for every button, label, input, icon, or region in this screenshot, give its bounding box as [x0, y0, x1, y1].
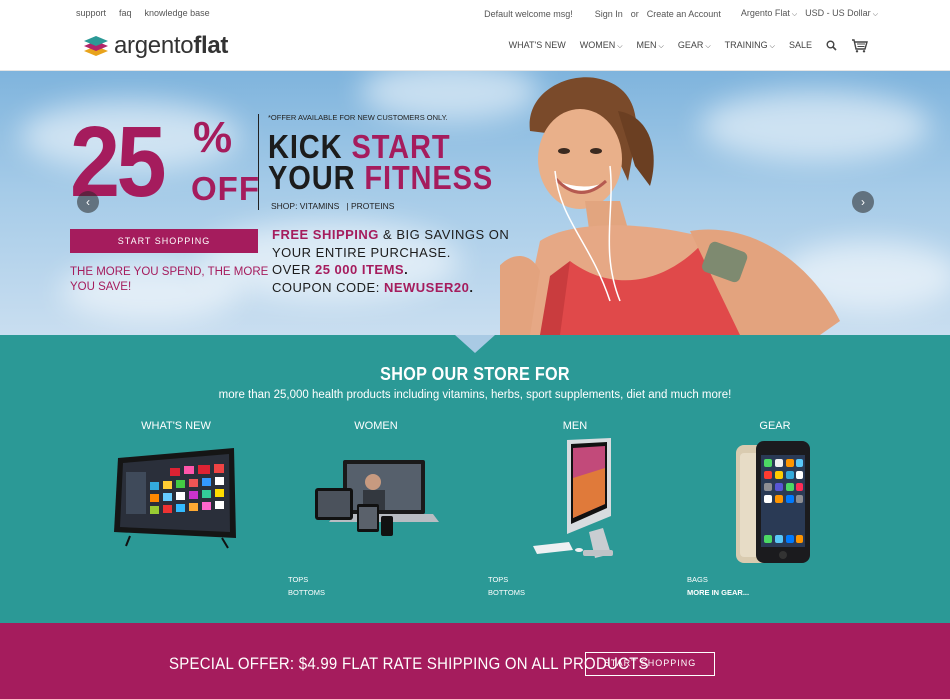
- chevron-down-icon: ⌵: [769, 43, 775, 50]
- imac-image[interactable]: [533, 438, 615, 562]
- iphone-image[interactable]: [734, 439, 816, 565]
- women-sub-links: TOPS BOTTOMS: [288, 573, 325, 599]
- chevron-down-icon: ⌵: [791, 11, 798, 18]
- site-logo[interactable]: argentoflat: [84, 32, 228, 60]
- top-links-right: Default welcome msg! Sign In or Create a…: [484, 8, 878, 19]
- nav-sale[interactable]: SALE: [789, 40, 812, 51]
- nav-women[interactable]: WOMEN ⌵: [580, 40, 623, 51]
- top-links-left: support faq knowledge base: [76, 8, 210, 18]
- offer-note: *OFFER AVAILABLE FOR NEW CUSTOMERS ONLY.: [268, 113, 448, 122]
- bottom-start-shopping-button[interactable]: START SHOPPING: [585, 652, 715, 676]
- site-header: argentoflat WHAT'S NEW WOMEN ⌵ MEN ⌵ GEAR ⌵…: [0, 26, 950, 71]
- section-notch: [455, 335, 495, 353]
- nav-sale-label: SALE: [788, 40, 812, 50]
- promo-line3a: OVER: [272, 262, 315, 277]
- support-link[interactable]: support: [76, 8, 106, 18]
- promo-line4c: .: [469, 279, 474, 295]
- faq-link[interactable]: faq: [119, 8, 132, 18]
- nav-gear[interactable]: GEAR ⌵: [678, 40, 711, 51]
- logo-text: argentoflat: [114, 32, 228, 60]
- logo-text-light: argento: [114, 32, 194, 59]
- nav-whats-new[interactable]: WHAT'S NEW: [509, 40, 566, 51]
- fitness-model-image: [500, 77, 840, 335]
- search-icon[interactable]: [826, 40, 837, 51]
- or-text: or: [630, 8, 639, 19]
- nav-training[interactable]: TRAINING ⌵: [725, 40, 775, 51]
- logo-icon: [84, 36, 108, 56]
- header-icons: [826, 38, 868, 53]
- chevron-down-icon: ⌵: [705, 43, 711, 50]
- nav-men[interactable]: MEN ⌵: [637, 40, 664, 51]
- men-tops-link[interactable]: TOPS: [488, 573, 525, 586]
- promo-line4a: COUPON CODE:: [272, 279, 384, 295]
- shop-title: SHOP OUR STORE FOR: [380, 364, 570, 384]
- hero-headline: KICK START YOUR FITNESS: [268, 130, 494, 196]
- free-shipping-text: FREE SHIPPING: [272, 227, 379, 242]
- currency-switcher[interactable]: USD - US Dollar ⌵: [805, 8, 878, 19]
- nav-men-label: MEN: [636, 40, 657, 50]
- category-gear[interactable]: GEAR: [715, 420, 835, 432]
- devices-image[interactable]: [313, 458, 439, 538]
- category-men[interactable]: MEN: [515, 420, 635, 432]
- category-women[interactable]: WOMEN: [316, 420, 436, 432]
- category-whats-new[interactable]: WHAT'S NEW: [116, 420, 236, 432]
- nav-whats-new-label: WHAT'S NEW: [508, 40, 566, 50]
- special-offer-text: SPECIAL OFFER: $4.99 FLAT RATE SHIPPING …: [169, 654, 649, 673]
- women-tops-link[interactable]: TOPS: [288, 573, 325, 586]
- chevron-down-icon: ⌵: [617, 43, 623, 50]
- discount-off: OFF: [191, 170, 260, 207]
- logo-text-bold: flat: [193, 32, 229, 59]
- cart-icon[interactable]: [851, 38, 868, 53]
- shop-categories-line[interactable]: SHOP: VITAMINS | PROTEINS: [271, 201, 394, 211]
- promo-line3c: .: [404, 262, 409, 277]
- slider-next-arrow-icon[interactable]: ›: [852, 191, 874, 213]
- main-nav: WHAT'S NEW WOMEN ⌵ MEN ⌵ GEAR ⌵ TRAINING ⌵ S…: [509, 40, 812, 51]
- nav-training-label: TRAINING: [724, 40, 768, 50]
- hero-start-shopping-button[interactable]: START SHOPPING: [70, 229, 258, 253]
- hero-divider: [258, 114, 259, 210]
- headline-your: YOUR: [268, 159, 356, 196]
- sign-in-link[interactable]: Sign In: [595, 9, 623, 19]
- chevron-down-icon: ⌵: [872, 11, 878, 18]
- create-account-link[interactable]: Create an Account: [647, 9, 721, 19]
- store-switcher-label: Argento Flat: [740, 8, 790, 18]
- gear-more-link[interactable]: MORE IN GEAR...: [687, 586, 749, 599]
- store-switcher[interactable]: Argento Flat ⌵: [741, 8, 797, 19]
- women-bottoms-link[interactable]: BOTTOMS: [288, 586, 325, 599]
- promo-line1: & BIG SAVINGS ON: [378, 227, 510, 242]
- nav-gear-label: GEAR: [677, 40, 704, 50]
- slider-prev-arrow-icon[interactable]: ‹: [77, 191, 99, 213]
- coupon-code: NEWUSER20: [383, 279, 470, 295]
- men-bottoms-link[interactable]: BOTTOMS: [488, 586, 525, 599]
- men-sub-links: TOPS BOTTOMS: [488, 573, 525, 599]
- tv-image[interactable]: [110, 448, 242, 556]
- discount-percent: %: [193, 113, 233, 162]
- more-spend-text: THE MORE YOU SPEND, THE MORE YOU SAVE!: [70, 266, 269, 293]
- shop-subtitle: more than 25,000 health products includi…: [218, 389, 732, 401]
- currency-switcher-label: USD - US Dollar: [805, 8, 871, 18]
- promo-line2: YOUR ENTIRE PURCHASE.: [272, 244, 451, 260]
- knowledge-base-link[interactable]: knowledge base: [145, 8, 210, 18]
- nav-women-label: WOMEN: [579, 40, 616, 50]
- gear-sub-links: BAGS MORE IN GEAR...: [687, 573, 749, 599]
- promo-details: FREE SHIPPING & BIG SAVINGS ON YOUR ENTI…: [272, 226, 509, 296]
- promo-items-count: 25 000 ITEMS: [314, 262, 405, 277]
- welcome-message: Default welcome msg!: [484, 8, 573, 19]
- gear-bags-link[interactable]: BAGS: [687, 573, 749, 586]
- headline-fitness: FITNESS: [364, 159, 494, 196]
- top-bar: support faq knowledge base Default welco…: [0, 0, 950, 26]
- chevron-down-icon: ⌵: [658, 43, 664, 50]
